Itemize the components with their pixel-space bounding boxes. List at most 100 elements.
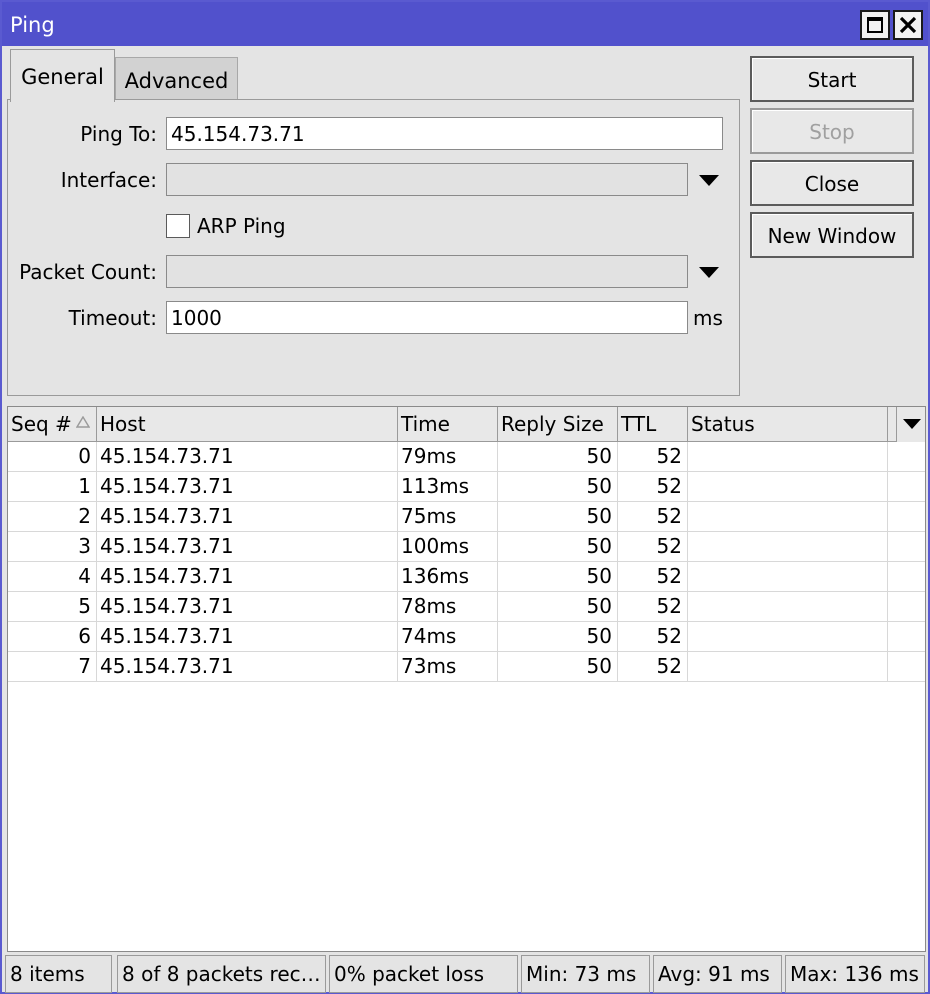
cell-reply-size: 50: [498, 592, 618, 621]
tab-advanced[interactable]: Advanced: [115, 57, 238, 100]
cell-host: 45.154.73.71: [97, 622, 398, 651]
column-header-seq-label: Seq #: [11, 412, 72, 436]
cell-ttl: 52: [618, 592, 688, 621]
cell-time: 136ms: [398, 562, 498, 591]
cell-seq: 3: [8, 532, 97, 561]
timeout-label: Timeout:: [68, 306, 157, 330]
tab-general[interactable]: General: [10, 49, 115, 102]
packet-count-dropdown-icon[interactable]: [698, 266, 720, 280]
ping-to-label: Ping To:: [80, 122, 157, 146]
cell-host: 45.154.73.71: [97, 532, 398, 561]
cell-ttl: 52: [618, 652, 688, 681]
column-menu-icon: [903, 419, 921, 429]
ping-window: Ping General Advanced Ping To: Interface…: [0, 0, 930, 994]
cell-ttl: 52: [618, 532, 688, 561]
cell-seq: 2: [8, 502, 97, 531]
status-min: Min: 73 ms: [521, 955, 650, 993]
cell-time: 73ms: [398, 652, 498, 681]
cell-ttl: 52: [618, 562, 688, 591]
cell-status: [688, 472, 888, 501]
column-header-status[interactable]: Status: [688, 407, 888, 442]
status-packets-received: 8 of 8 packets rec…: [117, 955, 326, 993]
table-row[interactable]: 1 45.154.73.71 113ms 50 52: [8, 472, 925, 502]
cell-time: 79ms: [398, 442, 498, 471]
timeout-unit: ms: [693, 306, 723, 330]
status-avg: Avg: 91 ms: [653, 955, 782, 993]
table-row[interactable]: 7 45.154.73.71 73ms 50 52: [8, 652, 925, 682]
cell-reply-size: 50: [498, 472, 618, 501]
cell-reply-size: 50: [498, 562, 618, 591]
table-row[interactable]: 5 45.154.73.71 78ms 50 52: [8, 592, 925, 622]
cell-host: 45.154.73.71: [97, 592, 398, 621]
timeout-input[interactable]: [166, 301, 688, 334]
interface-dropdown-icon[interactable]: [698, 174, 720, 188]
cell-status: [688, 502, 888, 531]
column-header-ttl[interactable]: TTL: [618, 407, 688, 442]
table-header: Seq # Host Time Reply Size TTL Status: [8, 407, 925, 442]
cell-ttl: 52: [618, 502, 688, 531]
cell-seq: 6: [8, 622, 97, 651]
cell-seq: 7: [8, 652, 97, 681]
cell-reply-size: 50: [498, 622, 618, 651]
window-title: Ping: [10, 13, 55, 37]
cell-reply-size: 50: [498, 652, 618, 681]
cell-status: [688, 592, 888, 621]
cell-time: 74ms: [398, 622, 498, 651]
interface-select[interactable]: [166, 163, 688, 196]
cell-seq: 5: [8, 592, 97, 621]
maximize-button[interactable]: [860, 10, 890, 40]
start-button[interactable]: Start: [750, 56, 914, 102]
cell-reply-size: 50: [498, 502, 618, 531]
status-max: Max: 136 ms: [785, 955, 925, 993]
cell-ttl: 52: [618, 442, 688, 471]
interface-label: Interface:: [60, 168, 157, 192]
cell-host: 45.154.73.71: [97, 502, 398, 531]
packet-count-select[interactable]: [166, 255, 688, 288]
cell-seq: 0: [8, 442, 97, 471]
cell-host: 45.154.73.71: [97, 562, 398, 591]
close-button[interactable]: Close: [750, 160, 914, 206]
column-menu-button[interactable]: [896, 407, 925, 442]
packet-count-label: Packet Count:: [19, 260, 157, 284]
cell-status: [688, 562, 888, 591]
status-item-count: 8 items: [5, 955, 112, 993]
cell-ttl: 52: [618, 622, 688, 651]
cell-time: 78ms: [398, 592, 498, 621]
stop-button[interactable]: Stop: [750, 108, 914, 154]
arp-ping-checkbox[interactable]: [166, 214, 190, 238]
new-window-button[interactable]: New Window: [750, 212, 914, 258]
cell-seq: 4: [8, 562, 97, 591]
close-icon: [899, 16, 917, 34]
cell-status: [688, 622, 888, 651]
cell-reply-size: 50: [498, 532, 618, 561]
cell-host: 45.154.73.71: [97, 442, 398, 471]
cell-seq: 1: [8, 472, 97, 501]
maximize-icon: [867, 17, 883, 33]
close-window-button[interactable]: [893, 10, 923, 40]
column-header-seq[interactable]: Seq #: [8, 407, 97, 442]
results-table[interactable]: Seq # Host Time Reply Size TTL Status 0 …: [7, 406, 926, 952]
column-header-reply-size[interactable]: Reply Size: [498, 407, 618, 442]
cell-status: [688, 442, 888, 471]
cell-time: 100ms: [398, 532, 498, 561]
table-row[interactable]: 6 45.154.73.71 74ms 50 52: [8, 622, 925, 652]
table-row[interactable]: 2 45.154.73.71 75ms 50 52: [8, 502, 925, 532]
status-packet-loss: 0% packet loss: [329, 955, 518, 993]
title-bar[interactable]: Ping: [2, 2, 928, 46]
column-header-host[interactable]: Host: [97, 407, 398, 442]
cell-time: 75ms: [398, 502, 498, 531]
sort-ascending-icon: [76, 416, 90, 428]
table-row[interactable]: 0 45.154.73.71 79ms 50 52: [8, 442, 925, 472]
column-header-time[interactable]: Time: [398, 407, 498, 442]
arp-ping-label: ARP Ping: [197, 214, 286, 238]
tab-advanced-label: Advanced: [124, 69, 229, 93]
cell-reply-size: 50: [498, 442, 618, 471]
table-row[interactable]: 4 45.154.73.71 136ms 50 52: [8, 562, 925, 592]
cell-time: 113ms: [398, 472, 498, 501]
cell-host: 45.154.73.71: [97, 652, 398, 681]
cell-ttl: 52: [618, 472, 688, 501]
tab-general-label: General: [21, 65, 104, 89]
table-row[interactable]: 3 45.154.73.71 100ms 50 52: [8, 532, 925, 562]
cell-host: 45.154.73.71: [97, 472, 398, 501]
ping-to-input[interactable]: [166, 117, 723, 150]
